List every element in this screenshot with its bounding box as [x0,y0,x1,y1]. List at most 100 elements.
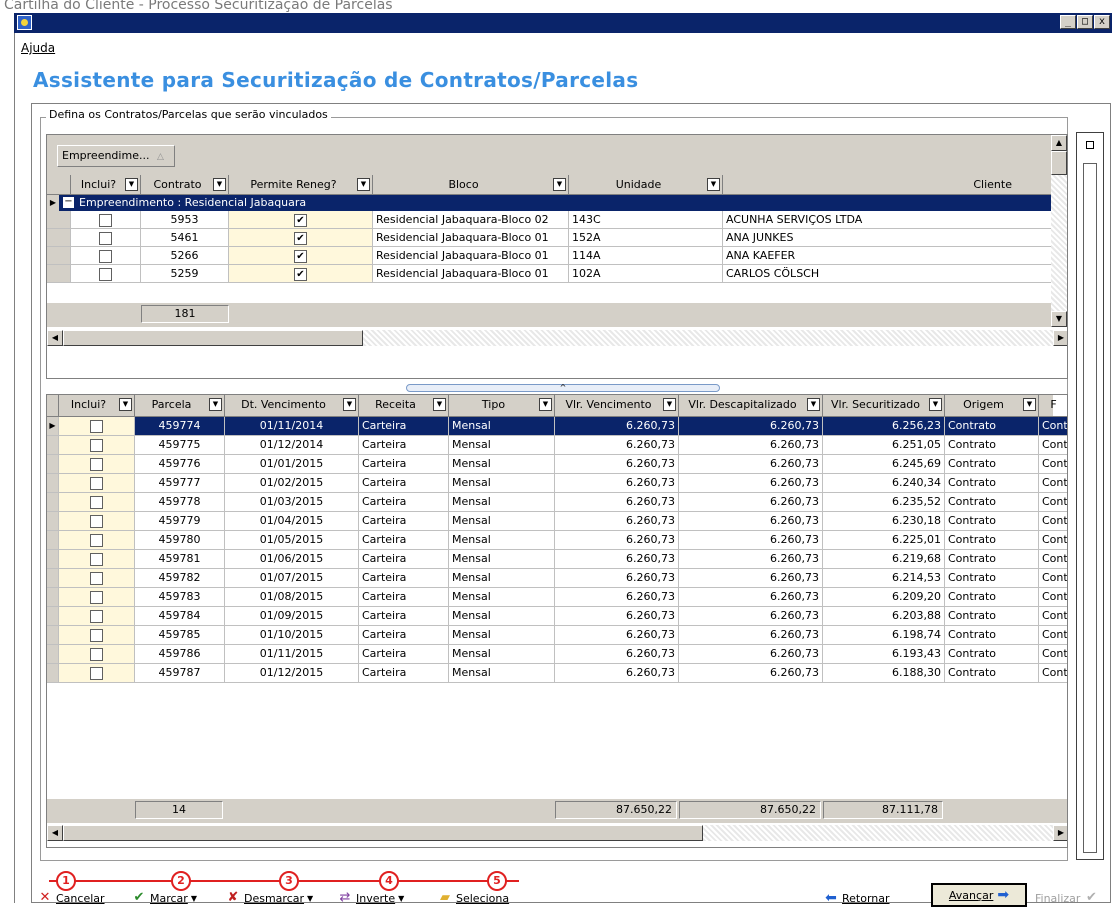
include-checkbox[interactable] [90,476,103,490]
include-checkbox[interactable] [99,213,112,227]
scroll-right-icon[interactable]: ▶ [1053,825,1067,841]
include-checkbox[interactable] [90,438,103,452]
include-checkbox[interactable] [90,495,103,509]
table-row[interactable]: 459780 01/05/2015 Carteira Mensal 6.260,73 6.… [47,531,1067,550]
reneg-checkbox[interactable]: ✔ [294,249,307,263]
scroll-thumb[interactable] [63,825,703,841]
include-checkbox[interactable] [90,514,103,528]
scroll-left-icon[interactable]: ◀ [47,825,63,841]
include-checkbox[interactable] [90,533,103,547]
col-f[interactable]: F [1039,395,1067,417]
collapse-icon[interactable]: − [63,197,74,208]
filter-dropdown-icon[interactable]: ▼ [553,178,566,191]
chevron-down-icon[interactable]: ▼ [398,894,404,903]
scroll-right-icon[interactable]: ▶ [1053,330,1067,346]
include-checkbox[interactable] [90,666,103,680]
table-row[interactable]: 5259 ✔ Residencial Jabaquara-Bloco 01 102A C… [47,265,1053,283]
filter-dropdown-icon[interactable]: ▼ [433,398,446,411]
chevron-down-icon[interactable]: ▼ [307,894,313,903]
filter-dropdown-icon[interactable]: ▼ [357,178,370,191]
table-row[interactable]: 459784 01/09/2015 Carteira Mensal 6.260,73 6.… [47,607,1067,626]
reneg-checkbox[interactable]: ✔ [294,213,307,227]
filter-dropdown-icon[interactable]: ▼ [119,398,132,411]
col-tipo[interactable]: Tipo ▼ [449,395,555,417]
col-dt-vencimento[interactable]: Dt. Vencimento ▼ [225,395,359,417]
contracts-hscroll[interactable]: ◀ ▶ [47,330,1067,346]
next-button[interactable]: Avançar ➡ [931,883,1027,907]
include-checkbox[interactable] [99,231,112,245]
reneg-checkbox[interactable]: ✔ [294,267,307,281]
include-checkbox[interactable] [90,457,103,471]
group-by-button[interactable]: Empreendime... △ [57,145,175,167]
table-row[interactable]: ▶ 459774 01/11/2014 Carteira Mensal 6.260,73 6… [47,417,1067,436]
side-scroll-panel[interactable] [1076,132,1104,860]
col-origem[interactable]: Origem ▼ [945,395,1039,417]
include-checkbox[interactable] [99,267,112,281]
maximize-button[interactable]: □ [1077,15,1093,29]
filter-dropdown-icon[interactable]: ▼ [707,178,720,191]
scroll-thumb[interactable] [63,330,363,346]
filter-dropdown-icon[interactable]: ▼ [213,178,226,191]
include-checkbox[interactable] [90,590,103,604]
reneg-checkbox[interactable]: ✔ [294,231,307,245]
table-row[interactable]: 459787 01/12/2015 Carteira Mensal 6.260,73 6.… [47,664,1067,683]
table-row[interactable]: 459778 01/03/2015 Carteira Mensal 6.260,73 6.… [47,493,1067,512]
col-parcela[interactable]: Parcela ▼ [135,395,225,417]
table-row[interactable]: 459785 01/10/2015 Carteira Mensal 6.260,73 6.… [47,626,1067,645]
include-checkbox[interactable] [90,647,103,661]
chevron-down-icon[interactable]: ▼ [191,894,197,903]
scroll-left-icon[interactable]: ◀ [47,330,63,346]
col-vlr-descapitalizado[interactable]: Vlr. Descapitalizado ▼ [679,395,823,417]
col-inclui[interactable]: Inclui? ▼ [59,395,135,417]
col-inclui[interactable]: Inclui? ▼ [71,175,141,195]
table-row[interactable]: 459779 01/04/2015 Carteira Mensal 6.260,73 6.… [47,512,1067,531]
filter-dropdown-icon[interactable]: ▼ [539,398,552,411]
table-row[interactable]: 459777 01/02/2015 Carteira Mensal 6.260,73 6.… [47,474,1067,493]
filter-dropdown-icon[interactable]: ▼ [929,398,942,411]
table-row[interactable]: 5461 ✔ Residencial Jabaquara-Bloco 01 152A A… [47,229,1053,247]
scroll-thumb[interactable] [1051,151,1067,175]
filter-dropdown-icon[interactable]: ▼ [807,398,820,411]
minimize-button[interactable]: _ [1060,15,1076,29]
filter-dropdown-icon[interactable]: ▼ [1023,398,1036,411]
table-row[interactable]: 459782 01/07/2015 Carteira Mensal 6.260,73 6.… [47,569,1067,588]
col-vlr-securitizado[interactable]: Vlr. Securitizado ▼ [823,395,945,417]
menu-ajuda[interactable]: Ajuda [21,41,55,55]
table-row[interactable]: 5266 ✔ Residencial Jabaquara-Bloco 01 114A A… [47,247,1053,265]
col-contrato[interactable]: Contrato ▼ [141,175,229,195]
table-row[interactable]: 459786 01/11/2015 Carteira Mensal 6.260,73 6.… [47,645,1067,664]
parcels-grid[interactable]: Inclui? ▼ Parcela ▼ Dt. Vencimento ▼ Receita ▼ T… [46,394,1068,848]
col-cliente[interactable]: Cliente [723,175,1053,195]
filter-dropdown-icon[interactable]: ▼ [663,398,676,411]
include-checkbox[interactable] [90,571,103,585]
table-row[interactable]: 459776 01/01/2015 Carteira Mensal 6.260,73 6.… [47,455,1067,474]
table-row[interactable]: 459783 01/08/2015 Carteira Mensal 6.260,73 6.… [47,588,1067,607]
filter-dropdown-icon[interactable]: ▼ [125,178,138,191]
col-unidade[interactable]: Unidade ▼ [569,175,723,195]
parcels-hscroll[interactable]: ◀ ▶ [47,825,1067,841]
include-checkbox[interactable] [90,419,103,433]
col-permite-reneg[interactable]: Permite Reneg? ▼ [229,175,373,195]
include-checkbox[interactable] [99,249,112,263]
include-checkbox[interactable] [90,609,103,623]
title-bar[interactable]: _ □ x [14,13,1112,33]
include-checkbox[interactable] [90,552,103,566]
cell-unidade: 152A [569,229,723,247]
splitter[interactable]: ^ [406,384,720,392]
filter-dropdown-icon[interactable]: ▼ [343,398,356,411]
col-vlr-vencimento[interactable]: Vlr. Vencimento ▼ [555,395,679,417]
col-bloco[interactable]: Bloco ▼ [373,175,569,195]
filter-dropdown-icon[interactable]: ▼ [209,398,222,411]
side-track[interactable] [1083,163,1097,853]
contracts-grid[interactable]: Empreendime... △ Inclui? ▼ Contrato ▼ Perm… [46,134,1068,379]
group-row[interactable]: ▶ − Empreendimento : Residencial Jabaqua… [47,195,1053,211]
include-checkbox[interactable] [90,628,103,642]
close-button[interactable]: x [1094,15,1110,29]
table-row[interactable]: 5953 ✔ Residencial Jabaquara-Bloco 02 143C A… [47,211,1053,229]
scroll-down-icon[interactable]: ▼ [1051,311,1067,327]
table-row[interactable]: 459775 01/12/2014 Carteira Mensal 6.260,73 6.… [47,436,1067,455]
scroll-up-icon[interactable]: ▲ [1051,135,1067,151]
contracts-vscroll[interactable]: ▲ ▼ [1051,135,1067,327]
col-receita[interactable]: Receita ▼ [359,395,449,417]
table-row[interactable]: 459781 01/06/2015 Carteira Mensal 6.260,73 6.… [47,550,1067,569]
